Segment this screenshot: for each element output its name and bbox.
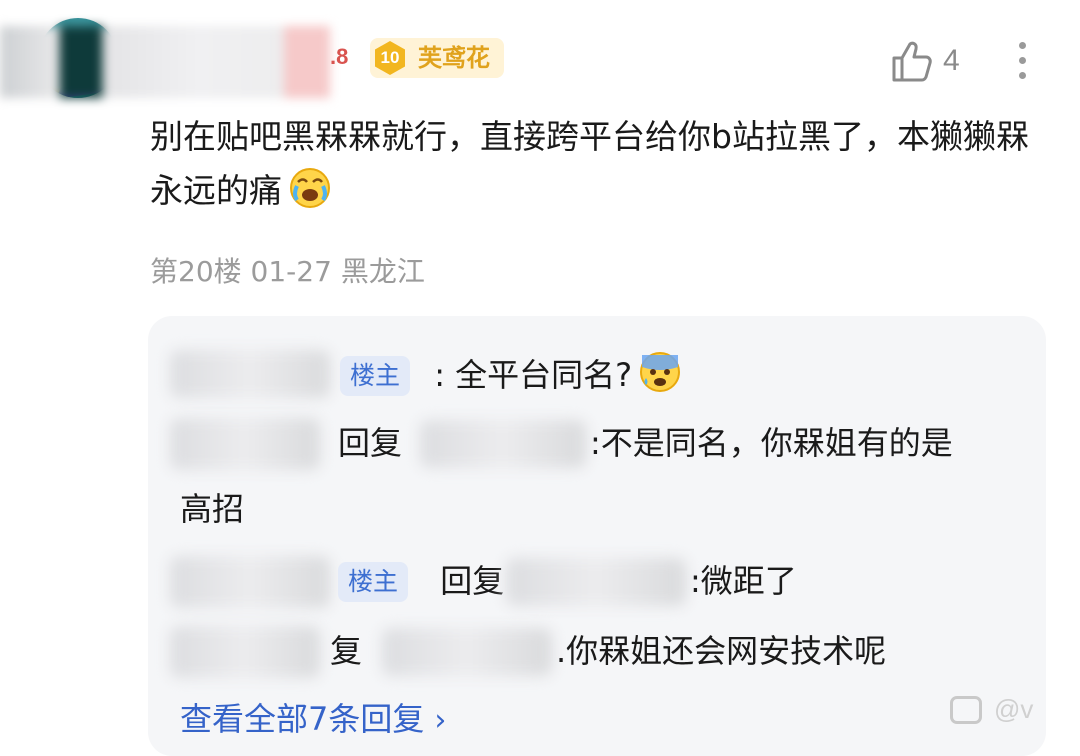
reply-author-redacted[interactable] [170, 556, 330, 608]
watermark-text: @v [994, 694, 1034, 724]
reply-text: :不是同名，你槑姐有的是 [590, 424, 953, 462]
reply-word: 回复 [338, 424, 403, 462]
badge-level: 10 [380, 48, 400, 67]
username-redacted[interactable] [0, 26, 330, 98]
watermark-logo-icon [950, 696, 982, 724]
view-all-replies-link[interactable]: 查看全部7条回复 › [180, 696, 446, 744]
thumbs-up-icon[interactable] [890, 38, 936, 84]
comment-meta: 第20楼 01-27 黑龙江 [150, 250, 425, 290]
comment-location: 黑龙江 [340, 255, 425, 288]
op-tag: 楼主 [338, 562, 409, 602]
view-all-label: 查看全部7条回复 [180, 700, 425, 738]
reply-text-continued: 高招 [180, 490, 245, 528]
comment-date: 01-27 [250, 255, 332, 288]
reply-text: .你槑姐还会网安技术呢 [556, 632, 887, 670]
badge-title: 芙鸢花 [418, 44, 490, 72]
reply-author-redacted[interactable] [170, 350, 330, 398]
crying-face-icon [290, 168, 330, 208]
reply-target-redacted[interactable] [420, 420, 586, 468]
reply-item[interactable]: 楼主 : 全平台同名? [340, 350, 682, 398]
reply-word: 回复 [440, 562, 505, 600]
reply-text: :微距了 [690, 562, 797, 600]
reply-author-redacted[interactable] [170, 418, 320, 470]
user-level-fragment: .8 [330, 44, 349, 69]
reply-word: 复 [330, 632, 363, 670]
reply-item[interactable]: 回复 [338, 420, 402, 466]
comment-body: 别在贴吧黑槑槑就行，直接跨平台给你b站拉黑了，本獭獭槑永远的痛 [150, 117, 1029, 210]
reply-author-redacted[interactable] [170, 626, 320, 678]
anxious-sweat-face-icon [640, 352, 681, 392]
op-tag: 楼主 [340, 356, 411, 396]
floor-number: 第20楼 [150, 255, 242, 288]
reply-item[interactable]: 楼主 回复 [338, 558, 504, 604]
more-options-icon[interactable] [1010, 42, 1034, 84]
reply-text: : 全平台同名? [434, 356, 633, 394]
reply-target-redacted[interactable] [382, 628, 552, 676]
reply-target-redacted[interactable] [506, 558, 686, 606]
chevron-right-icon: › [434, 703, 447, 738]
like-count: 4 [943, 44, 960, 77]
comment-text: 别在贴吧黑槑槑就行，直接跨平台给你b站拉黑了，本獭獭槑永远的痛 [150, 110, 1040, 218]
